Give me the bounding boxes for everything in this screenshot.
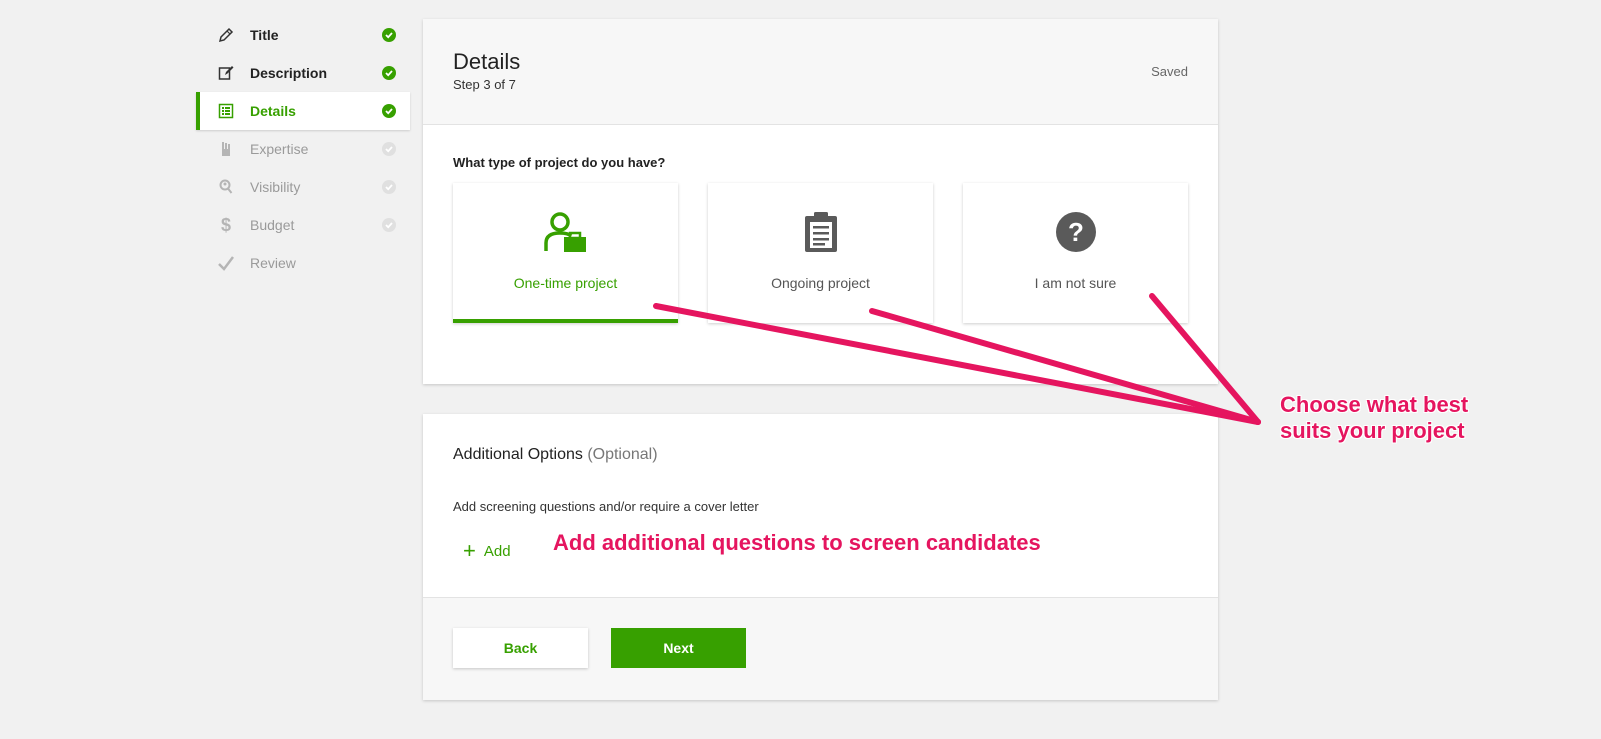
- additional-options-card: Additional Options (Optional) Add screen…: [423, 414, 1218, 700]
- saved-status: Saved: [1151, 64, 1188, 79]
- sidebar-item-label: Details: [250, 103, 296, 119]
- sidebar-item-review[interactable]: Review: [196, 244, 410, 282]
- person-search-icon: [216, 177, 236, 197]
- annotation-add-questions: Add additional questions to screen candi…: [553, 530, 1041, 555]
- sidebar-item-label: Expertise: [250, 141, 309, 157]
- check-circle-icon: [382, 104, 396, 118]
- checkmark-icon: [216, 253, 236, 273]
- check-circle-icon: [382, 180, 396, 194]
- sidebar-item-title[interactable]: Title: [196, 16, 410, 54]
- step-sidebar: Title Description Details Expertise Visi…: [196, 16, 410, 282]
- check-circle-icon: [382, 66, 396, 80]
- sidebar-item-expertise[interactable]: Expertise: [196, 130, 410, 168]
- sidebar-item-label: Title: [250, 27, 279, 43]
- check-circle-icon: [382, 218, 396, 232]
- sidebar-item-description[interactable]: Description: [196, 54, 410, 92]
- svg-text:?: ?: [1068, 217, 1084, 247]
- details-card: Details Step 3 of 7 Saved What type of p…: [423, 19, 1218, 384]
- dollar-icon: $: [220, 214, 231, 235]
- option-not-sure[interactable]: ? I am not sure: [963, 183, 1188, 323]
- question-icon: ?: [963, 211, 1188, 253]
- edit-note-icon: [216, 63, 236, 83]
- add-screening-button[interactable]: + Add: [463, 540, 511, 562]
- additional-options-heading: Additional Options: [453, 446, 583, 463]
- pencil-icon: [216, 25, 236, 45]
- option-ongoing-project[interactable]: Ongoing project: [708, 183, 933, 323]
- option-one-time-project[interactable]: One-time project: [453, 183, 678, 323]
- details-header: Details Step 3 of 7 Saved: [423, 19, 1218, 125]
- sidebar-item-details[interactable]: Details: [196, 92, 410, 130]
- plus-icon: +: [463, 538, 476, 563]
- sidebar-item-label: Description: [250, 65, 328, 81]
- check-circle-icon: [382, 28, 396, 42]
- annotation-choose: Choose what best suits your project: [1280, 392, 1510, 444]
- step-indicator: Step 3 of 7: [453, 77, 516, 92]
- option-label: Ongoing project: [771, 275, 870, 291]
- person-briefcase-icon: [453, 211, 678, 253]
- screening-description: Add screening questions and/or require a…: [453, 499, 759, 514]
- next-button[interactable]: Next: [611, 628, 746, 668]
- annotation-line: Choose what best: [1280, 392, 1469, 417]
- form-footer: Back Next: [423, 597, 1218, 700]
- page-title: Details: [453, 49, 521, 74]
- back-button[interactable]: Back: [453, 628, 588, 668]
- clipboard-icon: [708, 211, 933, 253]
- add-label: Add: [483, 542, 511, 560]
- tools-icon: [216, 139, 236, 159]
- optional-tag: (Optional): [587, 446, 658, 463]
- additional-options-title: Additional Options (Optional): [453, 446, 658, 464]
- sidebar-item-budget[interactable]: $ Budget: [196, 206, 410, 244]
- option-label: I am not sure: [1034, 275, 1117, 291]
- sidebar-item-label: Budget: [250, 217, 295, 233]
- check-circle-icon: [382, 142, 396, 156]
- sidebar-item-label: Visibility: [250, 179, 301, 195]
- option-label: One-time project: [513, 275, 618, 291]
- sidebar-item-visibility[interactable]: Visibility: [196, 168, 410, 206]
- sidebar-item-label: Review: [250, 255, 296, 271]
- list-icon: [216, 101, 236, 121]
- project-type-question: What type of project do you have?: [453, 155, 666, 170]
- annotation-line: suits your project: [1280, 418, 1465, 443]
